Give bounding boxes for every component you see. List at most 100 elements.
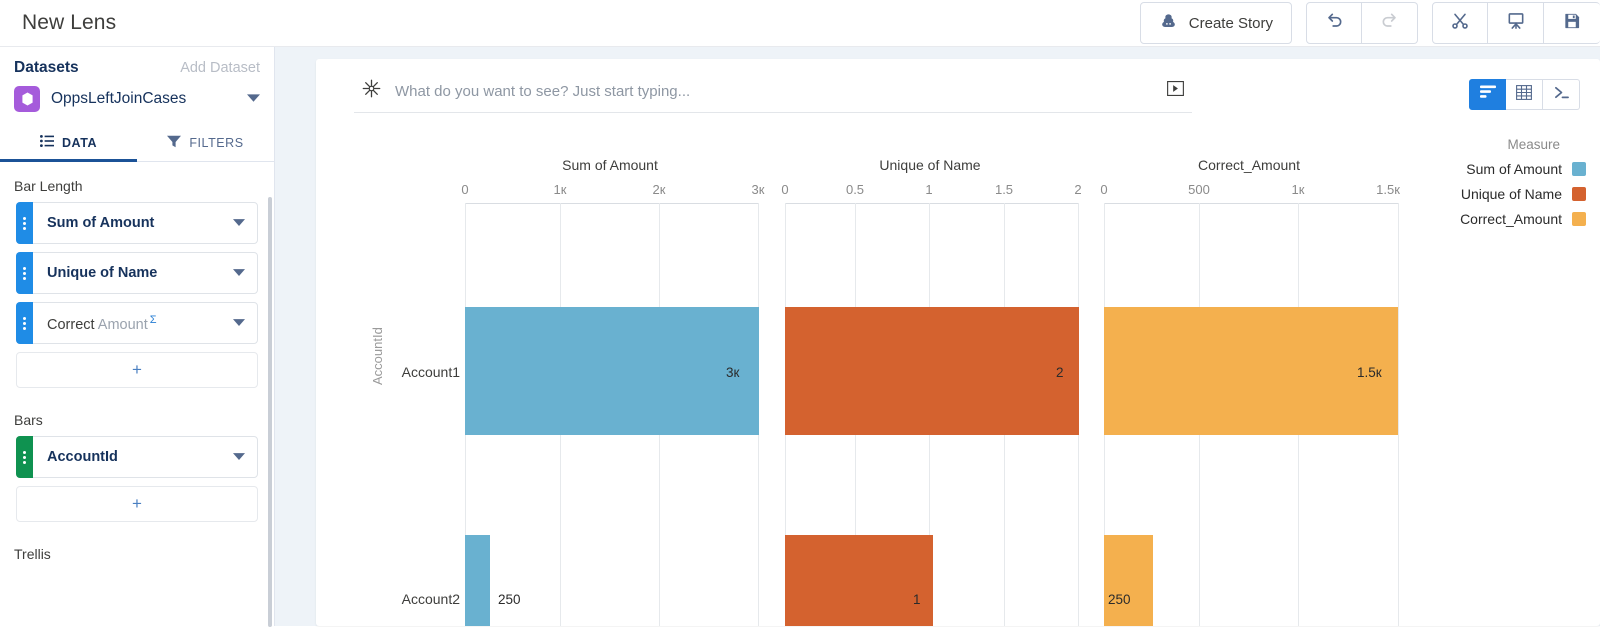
bar-unique-of-name-account1[interactable]: [785, 307, 1079, 435]
legend-swatch: [1572, 212, 1586, 226]
trellis-label: Trellis: [14, 546, 51, 562]
undo-redo-group: [1306, 2, 1418, 44]
bars-label: Bars: [14, 412, 43, 428]
toolbar: Create Story: [1139, 0, 1600, 46]
chart-view-button[interactable]: [1469, 79, 1506, 110]
axis-tick: 3к: [751, 182, 765, 197]
create-story-label: Create Story: [1188, 14, 1273, 32]
field-correct-amount[interactable]: Correct Amount Σ: [16, 302, 258, 344]
bar-value-label: 250: [498, 592, 521, 607]
easel-icon: [1506, 11, 1526, 36]
axis-tick: 1.5: [994, 182, 1014, 197]
bar-correct-amount-account1[interactable]: [1104, 307, 1398, 435]
axis-tick: 0: [461, 182, 469, 197]
bar-value-label: 2: [1056, 365, 1064, 380]
list-icon: [39, 135, 54, 150]
story-icon: [1159, 12, 1178, 35]
present-button[interactable]: [1488, 2, 1544, 44]
datasets-label: Datasets: [14, 59, 79, 76]
category-label: Account1: [401, 364, 460, 380]
sidebar-tabs: DATA FILTERS: [0, 124, 274, 162]
chevron-down-icon[interactable]: [233, 264, 245, 282]
chevron-down-icon[interactable]: [233, 214, 245, 232]
drag-handle-icon[interactable]: [16, 252, 33, 294]
field-sum-of-amount[interactable]: Sum of Amount: [16, 202, 258, 244]
bar-value-label: 3к: [726, 365, 740, 380]
chevron-down-icon[interactable]: [233, 448, 245, 466]
table-grid-icon: [1516, 84, 1532, 105]
hexagon-dataset-icon: [14, 86, 40, 112]
add-dimension-button[interactable]: +: [16, 486, 258, 522]
panel-title-sum-of-amount: Sum of Amount: [562, 157, 658, 173]
field-sum-of-amount-label: Sum of Amount: [47, 215, 155, 231]
search-bar[interactable]: What do you want to see? Just start typi…: [354, 79, 1192, 113]
bar-correct-amount-account2[interactable]: [1104, 535, 1153, 626]
undo-icon: [1324, 11, 1344, 36]
clip-button[interactable]: [1432, 2, 1488, 44]
field-correct-amount-prefix: Correct: [47, 316, 95, 333]
axis-tick: 0.5: [845, 182, 865, 197]
legend-title: Measure: [1507, 137, 1560, 152]
datasets-header: Datasets Add Dataset: [0, 47, 274, 77]
tab-filters[interactable]: FILTERS: [137, 124, 274, 161]
axis-tick: 1: [925, 182, 933, 197]
axis-tick: 1к: [1291, 182, 1305, 197]
gridline: [1398, 203, 1399, 626]
sparkle-icon: [362, 79, 381, 103]
query-view-button[interactable]: [1543, 79, 1580, 110]
axis-tick: 1к: [553, 182, 567, 197]
drag-handle-icon[interactable]: [16, 302, 33, 344]
top-bar: New Lens Create Story: [0, 0, 1600, 47]
lens-card: What do you want to see? Just start typi…: [316, 59, 1600, 626]
panel-axis-line: [785, 203, 1079, 204]
chevron-down-icon[interactable]: [233, 314, 245, 332]
legend-item[interactable]: Correct_Amount: [1406, 211, 1586, 227]
tab-data[interactable]: DATA: [0, 124, 137, 162]
run-query-icon[interactable]: [1167, 81, 1184, 101]
bar-value-label: 1: [913, 592, 921, 607]
main-area: What do you want to see? Just start typi…: [275, 47, 1600, 626]
field-accountid-label: AccountId: [47, 449, 118, 465]
field-correct-amount-suffix: Amount: [97, 316, 148, 333]
legend-swatch: [1572, 187, 1586, 201]
sidebar-scrollbar[interactable]: [268, 197, 272, 627]
redo-button[interactable]: [1362, 2, 1418, 44]
funnel-icon: [167, 135, 182, 151]
tab-data-label: DATA: [61, 135, 98, 150]
drag-handle-icon[interactable]: [16, 436, 33, 478]
add-dataset-button[interactable]: Add Dataset: [180, 60, 260, 76]
chevron-down-icon[interactable]: [247, 90, 260, 108]
field-accountid[interactable]: AccountId: [16, 436, 258, 478]
panel-axis-line: [1104, 203, 1398, 204]
bar-sum-of-amount-account1[interactable]: [465, 307, 759, 435]
search-input[interactable]: What do you want to see? Just start typi…: [395, 83, 1153, 100]
scissors-icon: [1450, 11, 1470, 36]
dataset-selector[interactable]: OppsLeftJoinCases: [0, 77, 274, 124]
create-story-button[interactable]: Create Story: [1139, 2, 1292, 44]
sidebar: Datasets Add Dataset OppsLeftJoinCases D…: [0, 47, 275, 627]
chart-area: AccountId Sum of Amount 0 1к 2к 3к Accou…: [316, 137, 1600, 626]
field-unique-of-name[interactable]: Unique of Name: [16, 252, 258, 294]
actions-group: [1432, 2, 1600, 44]
legend-label: Sum of Amount: [1466, 161, 1562, 177]
page-title: New Lens: [22, 11, 117, 34]
legend-item[interactable]: Sum of Amount: [1406, 161, 1586, 177]
redo-icon: [1380, 11, 1400, 36]
legend-item[interactable]: Unique of Name: [1406, 186, 1586, 202]
add-measure-button[interactable]: +: [16, 352, 258, 388]
bar-length-label: Bar Length: [14, 178, 83, 194]
panel-title-correct-amount: Correct_Amount: [1198, 157, 1300, 173]
undo-button[interactable]: [1306, 2, 1362, 44]
save-icon: [1562, 11, 1582, 36]
field-correct-amount-label: Correct Amount Σ: [47, 314, 157, 333]
bar-value-label: 250: [1108, 592, 1131, 607]
query-bar-row: What do you want to see? Just start typi…: [316, 59, 1600, 113]
drag-handle-icon[interactable]: [16, 202, 33, 244]
bar-chart-icon: [1479, 85, 1496, 104]
sigma-icon: Σ: [149, 313, 157, 326]
save-button[interactable]: [1544, 2, 1600, 44]
bar-sum-of-amount-account2[interactable]: [465, 535, 490, 626]
panel-title-unique-of-name: Unique of Name: [879, 157, 981, 173]
bar-unique-of-name-account2[interactable]: [785, 535, 933, 626]
table-view-button[interactable]: [1506, 79, 1543, 110]
